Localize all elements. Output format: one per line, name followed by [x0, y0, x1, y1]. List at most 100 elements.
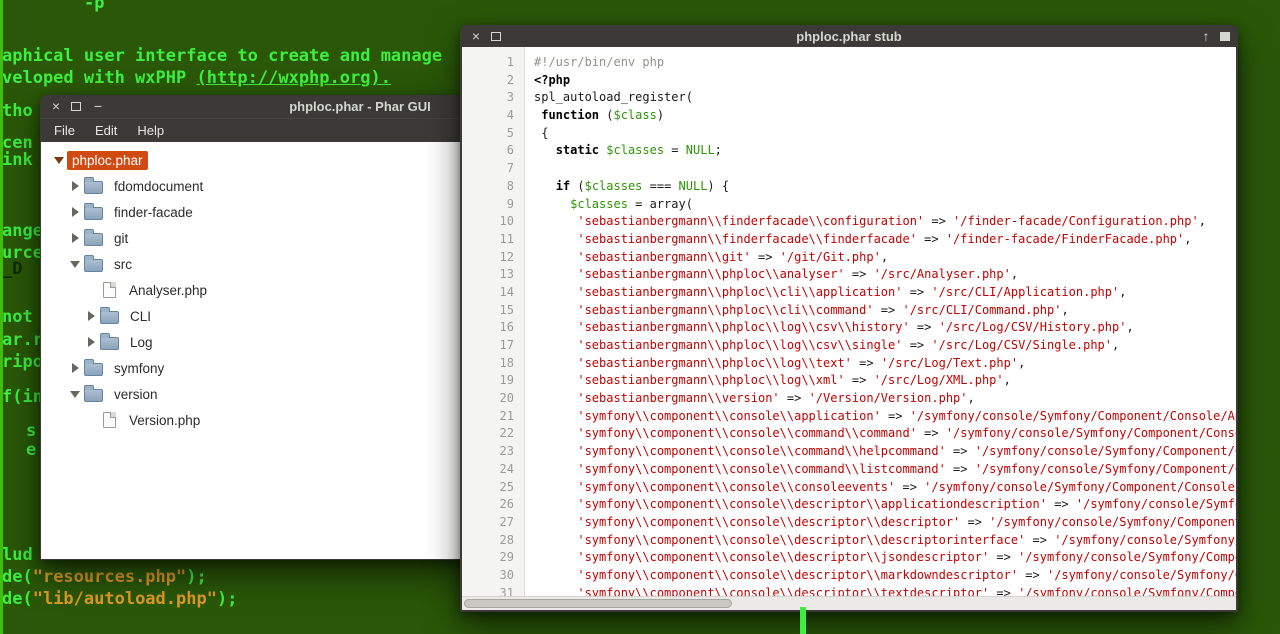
terminal-text-fragment: de("resources.php");: [2, 567, 207, 588]
folder-icon: [100, 311, 119, 324]
tree-item-label: Version.php: [124, 411, 205, 430]
terminal-text-fragment: lud: [2, 545, 33, 566]
tree-item-label: Analyser.php: [124, 281, 212, 300]
tree-item-label: CLI: [125, 307, 156, 326]
tree-item-label: phploc.phar: [67, 151, 148, 170]
line-number: 31: [462, 585, 524, 596]
line-number: 15: [462, 302, 524, 320]
code-line: 'sebastianbergmann\\phploc\\log\\text' =…: [534, 355, 1236, 373]
folder-icon: [84, 363, 103, 376]
terminal-text-fragment: ink: [2, 150, 33, 171]
chevron-down-icon[interactable]: [51, 157, 67, 164]
code-line: 'symfony\\component\\console\\command\\h…: [534, 443, 1236, 461]
code-line: 'symfony\\component\\console\\consoleeve…: [534, 479, 1236, 497]
line-number: 1: [462, 54, 524, 72]
code-line: $classes = array(: [534, 196, 1236, 214]
code-line: spl_autoload_register(: [534, 89, 1236, 107]
folder-icon: [84, 259, 103, 272]
file-icon: [103, 412, 116, 428]
code-line: <?php: [534, 72, 1236, 90]
tree-item-label: version: [109, 385, 163, 404]
code-line: 'symfony\\component\\console\\command\\l…: [534, 461, 1236, 479]
code-line: 'symfony\\component\\console\\descriptor…: [534, 549, 1236, 567]
chevron-right-icon[interactable]: [67, 181, 83, 191]
code-line: 'sebastianbergmann\\finderfacade\\config…: [534, 213, 1236, 231]
line-number: 22: [462, 425, 524, 443]
line-number: 2: [462, 72, 524, 90]
code-editor[interactable]: #!/usr/bin/env php<?phpspl_autoload_regi…: [526, 47, 1236, 596]
line-number: 25: [462, 479, 524, 497]
chevron-right-icon[interactable]: [83, 337, 99, 347]
line-number: 21: [462, 408, 524, 426]
line-number: 13: [462, 266, 524, 284]
terminal-text-fragment: ange: [2, 221, 43, 242]
line-number: 3: [462, 89, 524, 107]
line-number: 9: [462, 196, 524, 214]
line-number: 14: [462, 284, 524, 302]
line-number: 20: [462, 390, 524, 408]
tree-item-label: src: [109, 255, 137, 274]
tree-item-label: fdomdocument: [109, 177, 208, 196]
tree-item-label: git: [109, 229, 133, 248]
line-number: 11: [462, 231, 524, 249]
line-number: 23: [462, 443, 524, 461]
code-line: 'symfony\\component\\console\\descriptor…: [534, 585, 1236, 596]
terminal-text-fragment: tho: [2, 101, 33, 122]
line-number: 6: [462, 142, 524, 160]
menu-item-file[interactable]: File: [44, 119, 85, 142]
folder-icon: [84, 181, 103, 194]
terminal-text-fragment: not: [2, 307, 33, 328]
scrollbar-thumb[interactable]: [464, 599, 732, 608]
screen-edge-highlight: [0, 0, 3, 634]
line-number: 12: [462, 249, 524, 267]
line-number: 30: [462, 567, 524, 585]
line-number: 18: [462, 355, 524, 373]
code-line: 'sebastianbergmann\\phploc\\cli\\command…: [534, 302, 1236, 320]
code-line: static $classes = NULL;: [534, 142, 1236, 160]
code-line: [534, 160, 1236, 178]
line-number: 4: [462, 107, 524, 125]
code-line: 'sebastianbergmann\\finderfacade\\finder…: [534, 231, 1236, 249]
terminal-cursor-bar: [800, 607, 806, 634]
chevron-right-icon[interactable]: [67, 233, 83, 243]
code-line: 'sebastianbergmann\\git' => '/git/Git.ph…: [534, 249, 1236, 267]
line-number: 26: [462, 496, 524, 514]
code-line: 'sebastianbergmann\\phploc\\log\\csv\\si…: [534, 337, 1236, 355]
terminal-text-fragment: f(in: [2, 387, 43, 408]
stub-titlebar[interactable]: × ↑ phploc.phar stub: [460, 25, 1238, 48]
horizontal-scrollbar[interactable]: [462, 596, 1236, 610]
chevron-right-icon[interactable]: [67, 363, 83, 373]
terminal-text-fragment: -p: [84, 0, 104, 14]
chevron-down-icon[interactable]: [67, 391, 83, 398]
menu-item-edit[interactable]: Edit: [85, 119, 127, 142]
tree-item-label: symfony: [109, 359, 169, 378]
code-line: {: [534, 125, 1236, 143]
terminal-text-fragment: e: [26, 440, 36, 461]
chevron-right-icon[interactable]: [83, 311, 99, 321]
line-number: 16: [462, 319, 524, 337]
menu-item-help[interactable]: Help: [127, 119, 174, 142]
line-number: 8: [462, 178, 524, 196]
stub-window: × ↑ phploc.phar stub 1234567891011121314…: [460, 25, 1238, 612]
line-number: 10: [462, 213, 524, 231]
code-line: 'sebastianbergmann\\phploc\\log\\csv\\hi…: [534, 319, 1236, 337]
code-line: 'sebastianbergmann\\phploc\\cli\\applica…: [534, 284, 1236, 302]
line-number: 17: [462, 337, 524, 355]
code-line: 'sebastianbergmann\\phploc\\analyser' =>…: [534, 266, 1236, 284]
line-number: 29: [462, 549, 524, 567]
terminal-text-fragment: ripo: [2, 352, 43, 373]
code-line: 'symfony\\component\\console\\descriptor…: [534, 567, 1236, 585]
code-line: function ($class): [534, 107, 1236, 125]
terminal-text-fragment: aphical user interface to create and man…: [2, 46, 442, 67]
folder-icon: [100, 337, 119, 350]
code-line: 'sebastianbergmann\\version' => '/Versio…: [534, 390, 1236, 408]
code-line: 'symfony\\component\\console\\command\\c…: [534, 425, 1236, 443]
code-line: 'symfony\\component\\console\\descriptor…: [534, 514, 1236, 532]
line-number: 28: [462, 532, 524, 550]
stub-window-title: phploc.phar stub: [460, 25, 1238, 48]
code-line: if ($classes === NULL) {: [534, 178, 1236, 196]
folder-icon: [84, 233, 103, 246]
chevron-right-icon[interactable]: [67, 207, 83, 217]
chevron-down-icon[interactable]: [67, 261, 83, 268]
line-number: 27: [462, 514, 524, 532]
